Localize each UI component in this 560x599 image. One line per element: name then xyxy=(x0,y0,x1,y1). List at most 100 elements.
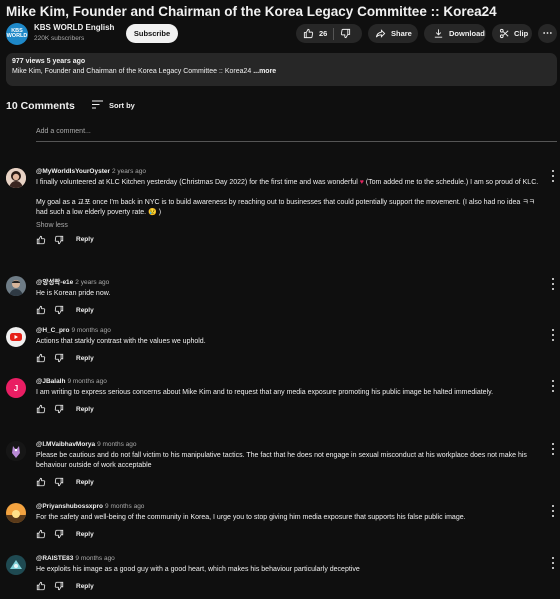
comment-body: @H_C_pro 9 months ago Actions that starkl… xyxy=(36,327,546,364)
comment-time[interactable]: 2 years ago xyxy=(112,168,146,175)
comment-time[interactable]: 9 months ago xyxy=(97,441,136,448)
comment-author[interactable]: @I.MVaibhavMorya xyxy=(36,441,95,448)
comment-actions: Reply xyxy=(36,476,546,488)
clip-button[interactable]: Clip xyxy=(492,24,532,43)
comment-item: @RAISTE83 9 months ago He exploits his im… xyxy=(6,555,557,599)
view-count-date: 977 views 5 years ago xyxy=(12,58,86,65)
comment-text: For the safety and well-being of the com… xyxy=(36,514,466,521)
like-count: 26 xyxy=(319,29,328,38)
description-more-link[interactable]: ...more xyxy=(251,68,276,75)
avatar[interactable] xyxy=(6,168,26,188)
comment-text: He is Korean pride now. xyxy=(36,290,111,297)
thumb-up-icon[interactable] xyxy=(36,235,46,245)
avatar[interactable] xyxy=(6,503,26,523)
comment-author[interactable]: @MyWorldIsYourOyster xyxy=(36,168,110,175)
comment-actions: Reply xyxy=(36,580,546,592)
reply-button[interactable]: Reply xyxy=(76,355,94,362)
thumb-down-icon[interactable] xyxy=(54,477,64,487)
add-comment-input[interactable]: Add a comment... xyxy=(36,128,557,142)
more-vert-icon[interactable] xyxy=(549,505,557,517)
reply-button[interactable]: Reply xyxy=(76,583,94,590)
comment-text-part: (Tom added me to the schedule.) I am so … xyxy=(363,179,539,186)
comment-author[interactable]: @JBalalh xyxy=(36,378,65,385)
comment-time[interactable]: 9 months ago xyxy=(67,378,106,385)
more-actions-button[interactable]: ⋯ xyxy=(538,24,557,43)
comment-time[interactable]: 2 years ago xyxy=(75,279,109,286)
description-box[interactable]: 977 views 5 years ago Mike Kim, Founder … xyxy=(6,53,557,86)
description-text: Mike Kim, Founder and Chairman of the Ko… xyxy=(12,68,551,75)
channel-avatar[interactable]: KBS WORLD xyxy=(6,23,28,45)
comment-body: @JBalalh 9 months ago I am writing to exp… xyxy=(36,378,546,415)
comment-time[interactable]: 9 months ago xyxy=(105,503,144,510)
reply-button[interactable]: Reply xyxy=(76,406,94,413)
video-title: Mike Kim, Founder and Chairman of the Ko… xyxy=(6,4,497,19)
comment-actions: Reply xyxy=(36,304,546,316)
thumb-up-icon[interactable] xyxy=(36,529,46,539)
reply-button[interactable]: Reply xyxy=(76,307,94,314)
subscribe-button[interactable]: Subscribe xyxy=(126,24,178,43)
comment-author[interactable]: @RAISTE83 xyxy=(36,555,73,562)
comment-item: @MyWorldIsYourOyster 2 years ago I finall… xyxy=(6,168,557,268)
thumb-up-icon[interactable] xyxy=(36,353,46,363)
comment-text: He exploits his image as a good guy with… xyxy=(36,566,360,573)
more-vert-icon[interactable] xyxy=(549,557,557,569)
channel-name[interactable]: KBS WORLD English xyxy=(34,23,114,32)
comments-header: 10 Comments Sort by xyxy=(6,98,306,114)
thumb-down-icon[interactable] xyxy=(54,353,64,363)
thumb-down-icon[interactable] xyxy=(54,581,64,591)
dislike-button[interactable] xyxy=(340,28,351,39)
more-vert-icon[interactable] xyxy=(549,170,557,182)
more-vert-icon[interactable] xyxy=(549,380,557,392)
comment-text: Actions that starkly contrast with the v… xyxy=(36,338,206,345)
thumb-down-icon[interactable] xyxy=(54,404,64,414)
avatar[interactable] xyxy=(6,276,26,296)
sort-by-label: Sort by xyxy=(109,101,135,110)
thumb-up-icon[interactable] xyxy=(36,581,46,591)
reply-button[interactable]: Reply xyxy=(76,479,94,486)
comment-time[interactable]: 9 months ago xyxy=(71,327,110,334)
comment-header: @양성락-e1e 2 years ago xyxy=(36,276,546,286)
download-label: Download xyxy=(449,29,485,38)
thumb-up-icon[interactable] xyxy=(36,305,46,315)
thumb-down-icon[interactable] xyxy=(54,235,64,245)
more-vert-icon[interactable] xyxy=(549,278,557,290)
more-vert-icon[interactable] xyxy=(549,443,557,455)
show-less-link[interactable]: Show less xyxy=(36,222,546,229)
comment-author[interactable]: @H_C_pro xyxy=(36,327,69,334)
sort-icon xyxy=(92,100,103,111)
comment-item: @H_C_pro 9 months ago Actions that starkl… xyxy=(6,327,557,371)
comment-header: @RAISTE83 9 months ago xyxy=(36,555,546,562)
download-button[interactable]: Download xyxy=(424,24,486,43)
sort-by-button[interactable]: Sort by xyxy=(92,100,135,111)
comment-author[interactable]: @양성락-e1e xyxy=(36,279,73,286)
like-button[interactable]: 26 xyxy=(296,24,327,43)
comment-time[interactable]: 9 months ago xyxy=(75,555,114,562)
comment-text-part: I finally volunteered at KLC Kitchen yes… xyxy=(36,179,358,186)
comment-actions: Reply xyxy=(36,403,546,415)
thumb-up-icon[interactable] xyxy=(36,477,46,487)
avatar[interactable]: J xyxy=(6,378,26,398)
comment-header: @I.MVaibhavMorya 9 months ago xyxy=(36,441,546,448)
comment-actions: Reply xyxy=(36,352,546,364)
thumb-up-icon[interactable] xyxy=(36,404,46,414)
comment-item: J @JBalalh 9 months ago I am writing to e… xyxy=(6,378,557,434)
avatar[interactable] xyxy=(6,441,26,461)
more-vert-icon[interactable] xyxy=(549,329,557,341)
comment-text-part: My goal as a 교포 once I'm back in NYC is … xyxy=(36,199,536,217)
comments-count: 10 Comments xyxy=(6,100,75,112)
avatar[interactable] xyxy=(6,327,26,347)
comment-body: @양성락-e1e 2 years ago He is Korean pride n… xyxy=(36,276,546,316)
comment-text: I am writing to express serious concerns… xyxy=(36,389,494,396)
comment-body: @I.MVaibhavMorya 9 months ago Please be c… xyxy=(36,441,546,488)
comment-text: I finally volunteered at KLC Kitchen yes… xyxy=(36,178,546,219)
reply-button[interactable]: Reply xyxy=(76,531,94,538)
comment-author[interactable]: @Priyanshubossxpro xyxy=(36,503,103,510)
thumb-down-icon[interactable] xyxy=(54,305,64,315)
avatar[interactable] xyxy=(6,555,26,575)
reply-button[interactable]: Reply xyxy=(76,236,94,243)
share-button[interactable]: Share xyxy=(368,24,418,43)
thumb-down-icon[interactable] xyxy=(54,529,64,539)
description-line: Mike Kim, Founder and Chairman of the Ko… xyxy=(12,68,252,75)
like-dislike-group: 26 xyxy=(296,24,362,43)
like-divider xyxy=(333,27,335,40)
